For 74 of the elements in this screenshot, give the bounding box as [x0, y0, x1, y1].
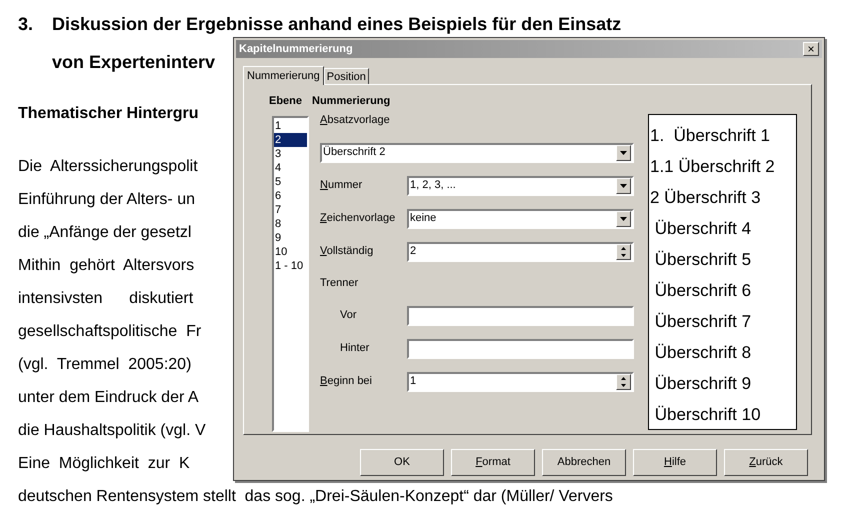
dropdown-field[interactable]: keine — [407, 208, 634, 228]
preview-heading: 1.1 Überschrift 2 — [649, 156, 776, 178]
caret-icon — [620, 184, 627, 188]
preview-heading: Überschrift 9 — [654, 373, 752, 395]
body-text-line: Einführung der Alters- un — [18, 190, 195, 210]
preview-heading: 1. Überschrift 1 — [649, 125, 771, 147]
spin-buttons[interactable] — [616, 374, 631, 390]
body-text-line: Eine Möglichkeit zur K — [18, 454, 190, 474]
heading-text: Diskussion der Ergebnisse anhand eines Beispiels für den Einsatz — [52, 13, 622, 36]
level-item[interactable]: 8 — [274, 216, 307, 230]
spin-buttons[interactable] — [616, 244, 631, 260]
dialog-button[interactable]: Zurück — [724, 449, 808, 476]
level-item[interactable]: 1 - 10 — [274, 258, 307, 272]
dropdown-field[interactable]: 1, 2, 3, ... — [407, 176, 634, 196]
preview-heading: Überschrift 7 — [654, 311, 752, 333]
window-title: Kapitelnummerierung — [239, 42, 353, 57]
preview-heading: Überschrift 4 — [654, 218, 752, 240]
level-item[interactable]: 4 — [274, 160, 307, 174]
body-text-line: die „Anfänge der gesetzl — [18, 223, 192, 243]
field-label: Hinter — [339, 341, 370, 356]
dialog-button[interactable]: Hilfe — [633, 449, 717, 476]
dropdown-field[interactable]: Überschrift 2 — [320, 142, 634, 162]
heading-number: 3. — [18, 13, 34, 36]
close-button[interactable]: × — [803, 42, 819, 56]
field-label: Vollständig — [320, 244, 374, 260]
field-label: Beginn bei — [320, 374, 373, 390]
down-arrow-icon — [621, 384, 626, 386]
dropdown-button[interactable] — [616, 144, 631, 160]
field-label: Trenner — [320, 276, 360, 292]
level-item[interactable]: 9 — [274, 230, 307, 244]
subheading: Thematischer Hintergru — [18, 104, 198, 124]
body-text-line: (vgl. Tremmel 2005:20) — [18, 355, 192, 375]
level-item[interactable]: 5 — [274, 174, 307, 188]
level-item[interactable]: 7 — [274, 202, 307, 216]
dropdown-button[interactable] — [616, 210, 631, 226]
body-text-line: gesellschaftspolitische Fr — [18, 322, 202, 342]
dropdown-button[interactable] — [616, 178, 631, 194]
preview-heading: 2 Überschrift 3 — [649, 187, 762, 209]
level-header: Ebene — [268, 94, 302, 109]
dialog-button[interactable]: Abbrechen — [542, 449, 626, 476]
field-label: Nummer — [320, 178, 364, 194]
level-item[interactable]: 2 — [274, 132, 307, 146]
heading-text: von Experteninterv — [52, 51, 216, 74]
field-label: Absatzvorlage — [320, 113, 391, 128]
caret-icon — [620, 150, 627, 154]
field-label: Vor — [339, 308, 358, 324]
preview-heading: Überschrift 8 — [654, 342, 752, 364]
spin-field[interactable]: 1 — [407, 372, 634, 392]
level-item[interactable]: 3 — [274, 146, 307, 160]
input-field[interactable] — [407, 306, 634, 326]
input-field[interactable] — [407, 338, 634, 358]
dialog-button[interactable]: Format — [451, 449, 535, 476]
tab[interactable]: Nummerierung — [243, 66, 324, 85]
preview-heading: Überschrift 5 — [654, 249, 752, 271]
level-item[interactable]: 10 — [274, 244, 307, 258]
numbering-header: Nummerierung — [312, 94, 392, 109]
preview-heading: Überschrift 6 — [654, 280, 752, 302]
dialog-button[interactable]: OK — [360, 449, 444, 476]
level-item[interactable]: 6 — [274, 188, 307, 202]
body-text-line: Die Alterssicherungspolit — [18, 157, 198, 177]
body-text-line: intensivsten diskutiert — [18, 289, 194, 309]
caret-icon — [620, 216, 627, 220]
body-text-line: die Haushaltspolitik (vgl. V — [18, 421, 206, 441]
up-arrow-icon — [621, 376, 626, 380]
field-label: Zeichenvorlage — [320, 211, 396, 226]
tab[interactable]: Position — [324, 68, 369, 84]
up-arrow-icon — [621, 246, 626, 250]
down-arrow-icon — [621, 254, 626, 256]
level-item[interactable]: 1 — [274, 118, 307, 132]
spin-field[interactable]: 2 — [407, 242, 634, 262]
body-text-line: deutschen Rentensystem stellt das sog. „Drei-Säulen-Konzept“ dar (Müller/ Ververs — [18, 487, 613, 507]
preview-heading: Überschrift 10 — [654, 404, 762, 426]
body-text-line: Mithin gehört Altersvors — [18, 256, 194, 276]
body-text-line: unter dem Eindruck der A — [18, 388, 199, 408]
